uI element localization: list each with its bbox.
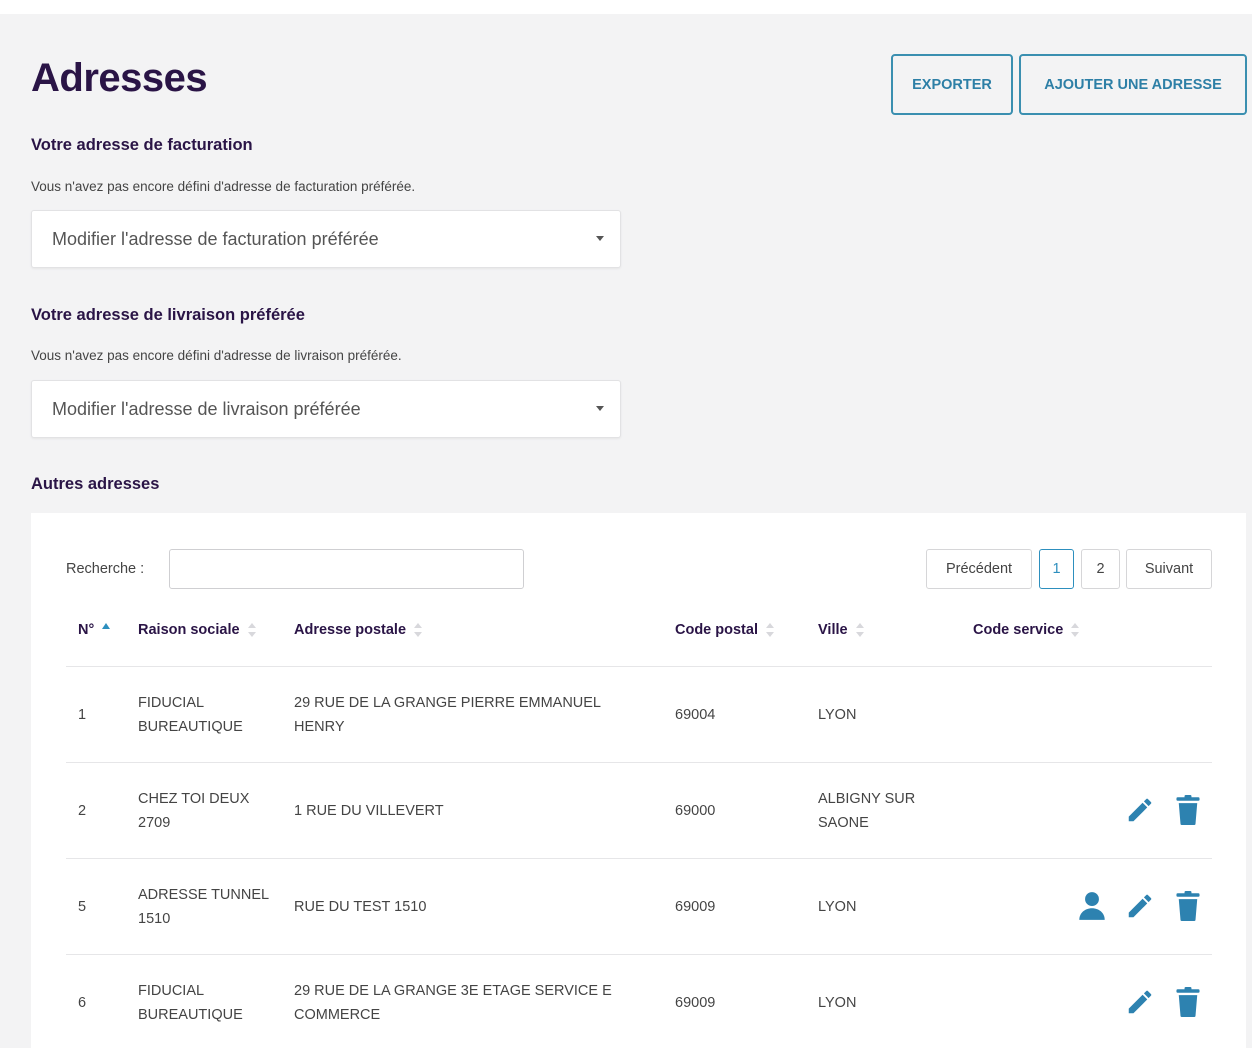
cell-city: ALBIGNY SUR SAONE: [818, 791, 916, 831]
user-icon[interactable]: [1068, 891, 1116, 921]
column-header-zip[interactable]: Code postal: [675, 622, 774, 638]
cell-city: LYON: [818, 899, 857, 915]
cell-address: 29 RUE DE LA GRANGE 3E ETAGE SERVICE E C…: [294, 983, 612, 1023]
search-label: Recherche :: [66, 561, 145, 577]
add-address-button[interactable]: AJOUTER UNE ADRESSE: [1019, 54, 1247, 115]
trash-icon[interactable]: [1164, 891, 1212, 921]
cell-company: ADRESSE TUNNEL 1510: [138, 887, 269, 927]
cell-address: 29 RUE DE LA GRANGE PIERRE EMMANUEL HENR…: [294, 695, 601, 735]
cell-zip: 69000: [675, 803, 716, 819]
column-header-service[interactable]: Code service: [973, 622, 1080, 638]
delivery-helper-text: Vous n'avez pas encore défini d'adresse …: [31, 348, 402, 363]
page-title: Adresses: [31, 56, 208, 100]
row-actions: [1116, 987, 1212, 1017]
cell-num: 2: [78, 803, 87, 819]
cell-zip: 69009: [675, 899, 716, 915]
cell-num: 6: [78, 995, 87, 1011]
column-header-city[interactable]: Ville: [818, 622, 864, 638]
cell-address: 1 RUE DU VILLEVERT: [294, 803, 444, 819]
cell-zip: 69004: [675, 707, 716, 723]
pagination-next[interactable]: Suivant: [1126, 549, 1212, 589]
cell-zip: 69009: [675, 995, 716, 1011]
trash-icon[interactable]: [1164, 795, 1212, 825]
pencil-icon[interactable]: [1116, 891, 1164, 921]
trash-icon[interactable]: [1164, 987, 1212, 1017]
table-row: 6 FIDUCIAL BUREAUTIQUE 29 RUE DE LA GRAN…: [66, 954, 1212, 1048]
export-button[interactable]: EXPORTER: [891, 54, 1013, 115]
row-actions: [1116, 795, 1212, 825]
sort-icon: [765, 623, 774, 637]
column-header-label: Ville: [818, 622, 848, 638]
chevron-down-icon: [596, 406, 604, 411]
cell-city: LYON: [818, 707, 857, 723]
billing-address-select[interactable]: Modifier l'adresse de facturation préfér…: [31, 210, 621, 268]
column-header-label: Code service: [973, 622, 1064, 638]
column-header-address[interactable]: Adresse postale: [294, 622, 423, 638]
pencil-icon[interactable]: [1116, 795, 1164, 825]
pagination-page-1[interactable]: 1: [1039, 549, 1074, 589]
billing-select-value: Modifier l'adresse de facturation préfér…: [52, 228, 379, 249]
addresses-page: Adresses EXPORTER AJOUTER UNE ADRESSE Vo…: [0, 0, 1252, 1048]
cell-company: CHEZ TOI DEUX 2709: [138, 791, 250, 831]
sort-icon: [855, 623, 864, 637]
table-row: 5 ADRESSE TUNNEL 1510 RUE DU TEST 1510 6…: [66, 858, 1212, 954]
column-header-company[interactable]: Raison sociale: [138, 622, 256, 638]
search-input[interactable]: [169, 549, 524, 589]
billing-heading: Votre adresse de facturation: [31, 136, 253, 154]
cell-company: FIDUCIAL BUREAUTIQUE: [138, 983, 243, 1023]
cell-company: FIDUCIAL BUREAUTIQUE: [138, 695, 243, 735]
delivery-heading: Votre adresse de livraison préférée: [31, 306, 305, 324]
column-header-label: Code postal: [675, 622, 758, 638]
delivery-select-value: Modifier l'adresse de livraison préférée: [52, 398, 361, 419]
column-header-label: Raison sociale: [138, 622, 240, 638]
billing-helper-text: Vous n'avez pas encore défini d'adresse …: [31, 179, 416, 194]
pagination-page-2[interactable]: 2: [1081, 549, 1120, 589]
column-header-label: N°: [78, 622, 95, 638]
cell-city: LYON: [818, 995, 857, 1011]
cell-num: 5: [78, 899, 87, 915]
column-header-label: Adresse postale: [294, 622, 407, 638]
addresses-table-panel: Recherche : Précédent 1 2 Suivant N° Rai…: [31, 513, 1246, 1048]
table-row: 2 CHEZ TOI DEUX 2709 1 RUE DU VILLEVERT …: [66, 762, 1212, 858]
pencil-icon[interactable]: [1116, 987, 1164, 1017]
top-strip: [0, 0, 1252, 14]
sort-icon: [1071, 623, 1080, 637]
cell-address: RUE DU TEST 1510: [294, 899, 427, 915]
other-addresses-heading: Autres adresses: [31, 475, 160, 493]
cell-num: 1: [78, 707, 87, 723]
sort-icon: [414, 623, 423, 637]
delivery-address-select[interactable]: Modifier l'adresse de livraison préférée: [31, 380, 621, 438]
pagination-previous[interactable]: Précédent: [926, 549, 1032, 589]
sort-ascending-icon: [102, 623, 111, 637]
chevron-down-icon: [596, 236, 604, 241]
table-row: 1 FIDUCIAL BUREAUTIQUE 29 RUE DE LA GRAN…: [66, 666, 1212, 762]
sort-icon: [247, 623, 256, 637]
row-actions: [1068, 891, 1212, 921]
column-header-num[interactable]: N°: [78, 622, 111, 638]
